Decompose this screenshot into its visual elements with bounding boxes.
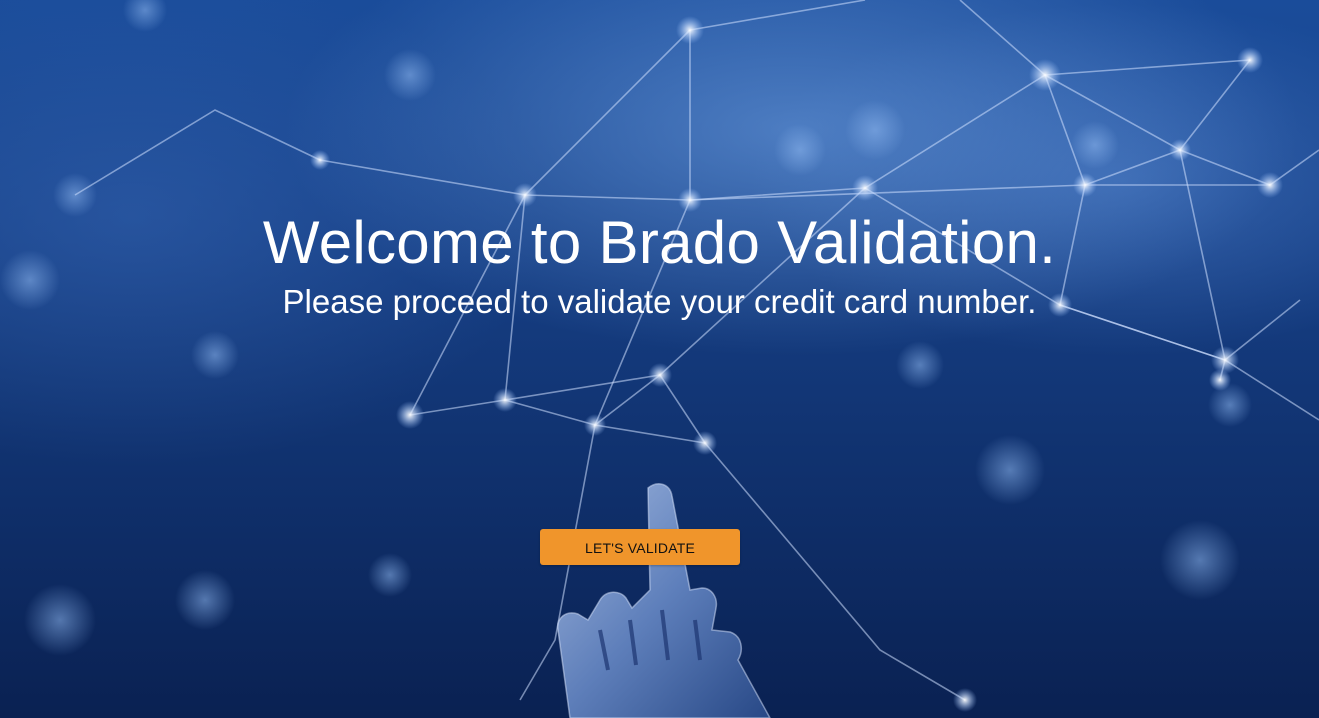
page-title: Welcome to Brado Validation.	[262, 209, 1057, 276]
hero-section: Welcome to Brado Validation. Please proc…	[0, 0, 1319, 718]
lets-validate-button[interactable]: LET'S VALIDATE	[540, 529, 740, 565]
robot-hand-image	[557, 483, 771, 718]
page-subtitle: Please proceed to validate your credit c…	[282, 283, 1037, 320]
